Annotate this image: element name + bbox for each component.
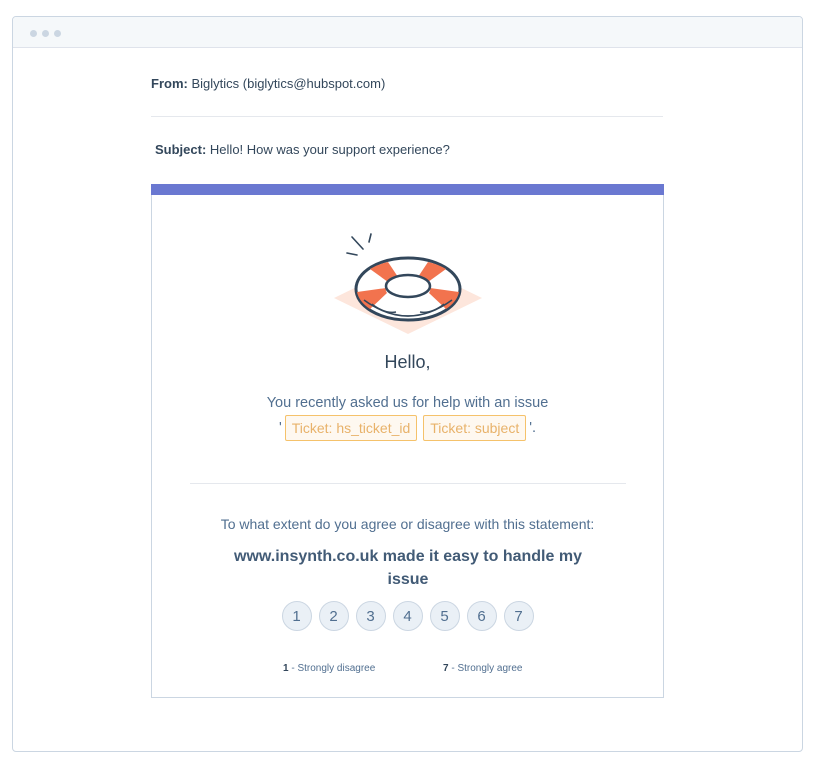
body-divider <box>190 483 626 484</box>
survey-question: To what extent do you agree or disagree … <box>220 516 595 532</box>
rating-button-3[interactable]: 3 <box>355 601 386 631</box>
window-titlebar <box>13 17 802 48</box>
message-text: You recently asked us for help with an i… <box>266 395 549 411</box>
subject-line: Subject: Hello! How was your support exp… <box>155 142 450 157</box>
quote-open: ' <box>278 420 282 436</box>
quote-close: '. <box>529 420 537 436</box>
email-body-card: Hello, You recently asked us for help wi… <box>151 184 664 698</box>
accent-bar <box>151 184 664 195</box>
rating-button-5[interactable]: 5 <box>429 601 460 631</box>
header-divider <box>151 116 663 117</box>
rating-button-6[interactable]: 6 <box>466 601 497 631</box>
ticket-tokens: ' Ticket: hs_ticket_id Ticket: subject '… <box>152 415 663 441</box>
rating-scale: 1 2 3 4 5 6 7 <box>152 601 663 631</box>
rating-button-4[interactable]: 4 <box>392 601 423 631</box>
scale-high-label: - Strongly agree <box>448 663 523 674</box>
life-ring-icon <box>330 222 486 338</box>
scale-low-label: - Strongly disagree <box>288 663 376 674</box>
window-dot-icon <box>42 30 49 37</box>
subject-label: Subject: <box>155 142 207 157</box>
window-dot-icon <box>30 30 37 37</box>
from-value: Biglytics (biglytics@hubspot.com) <box>191 76 386 91</box>
scale-low-legend: 1 - Strongly disagree <box>283 663 375 674</box>
email-preview-window: From: Biglytics (biglytics@hubspot.com) … <box>12 16 803 752</box>
window-dot-icon <box>54 30 61 37</box>
subject-value: Hello! How was your support experience? <box>209 142 450 157</box>
scale-high-legend: 7 - Strongly agree <box>443 663 523 674</box>
rating-button-1[interactable]: 1 <box>281 601 312 631</box>
rating-button-2[interactable]: 2 <box>318 601 349 631</box>
rating-button-7[interactable]: 7 <box>503 601 534 631</box>
ticket-subject-token[interactable]: Ticket: subject <box>423 415 527 441</box>
survey-statement: www.insynth.co.uk made it easy to handle… <box>234 548 582 588</box>
greeting: Hello, <box>384 352 431 372</box>
ticket-id-token[interactable]: Ticket: hs_ticket_id <box>284 415 418 441</box>
from-label: From: <box>151 76 188 91</box>
from-line: From: Biglytics (biglytics@hubspot.com) <box>151 76 385 91</box>
